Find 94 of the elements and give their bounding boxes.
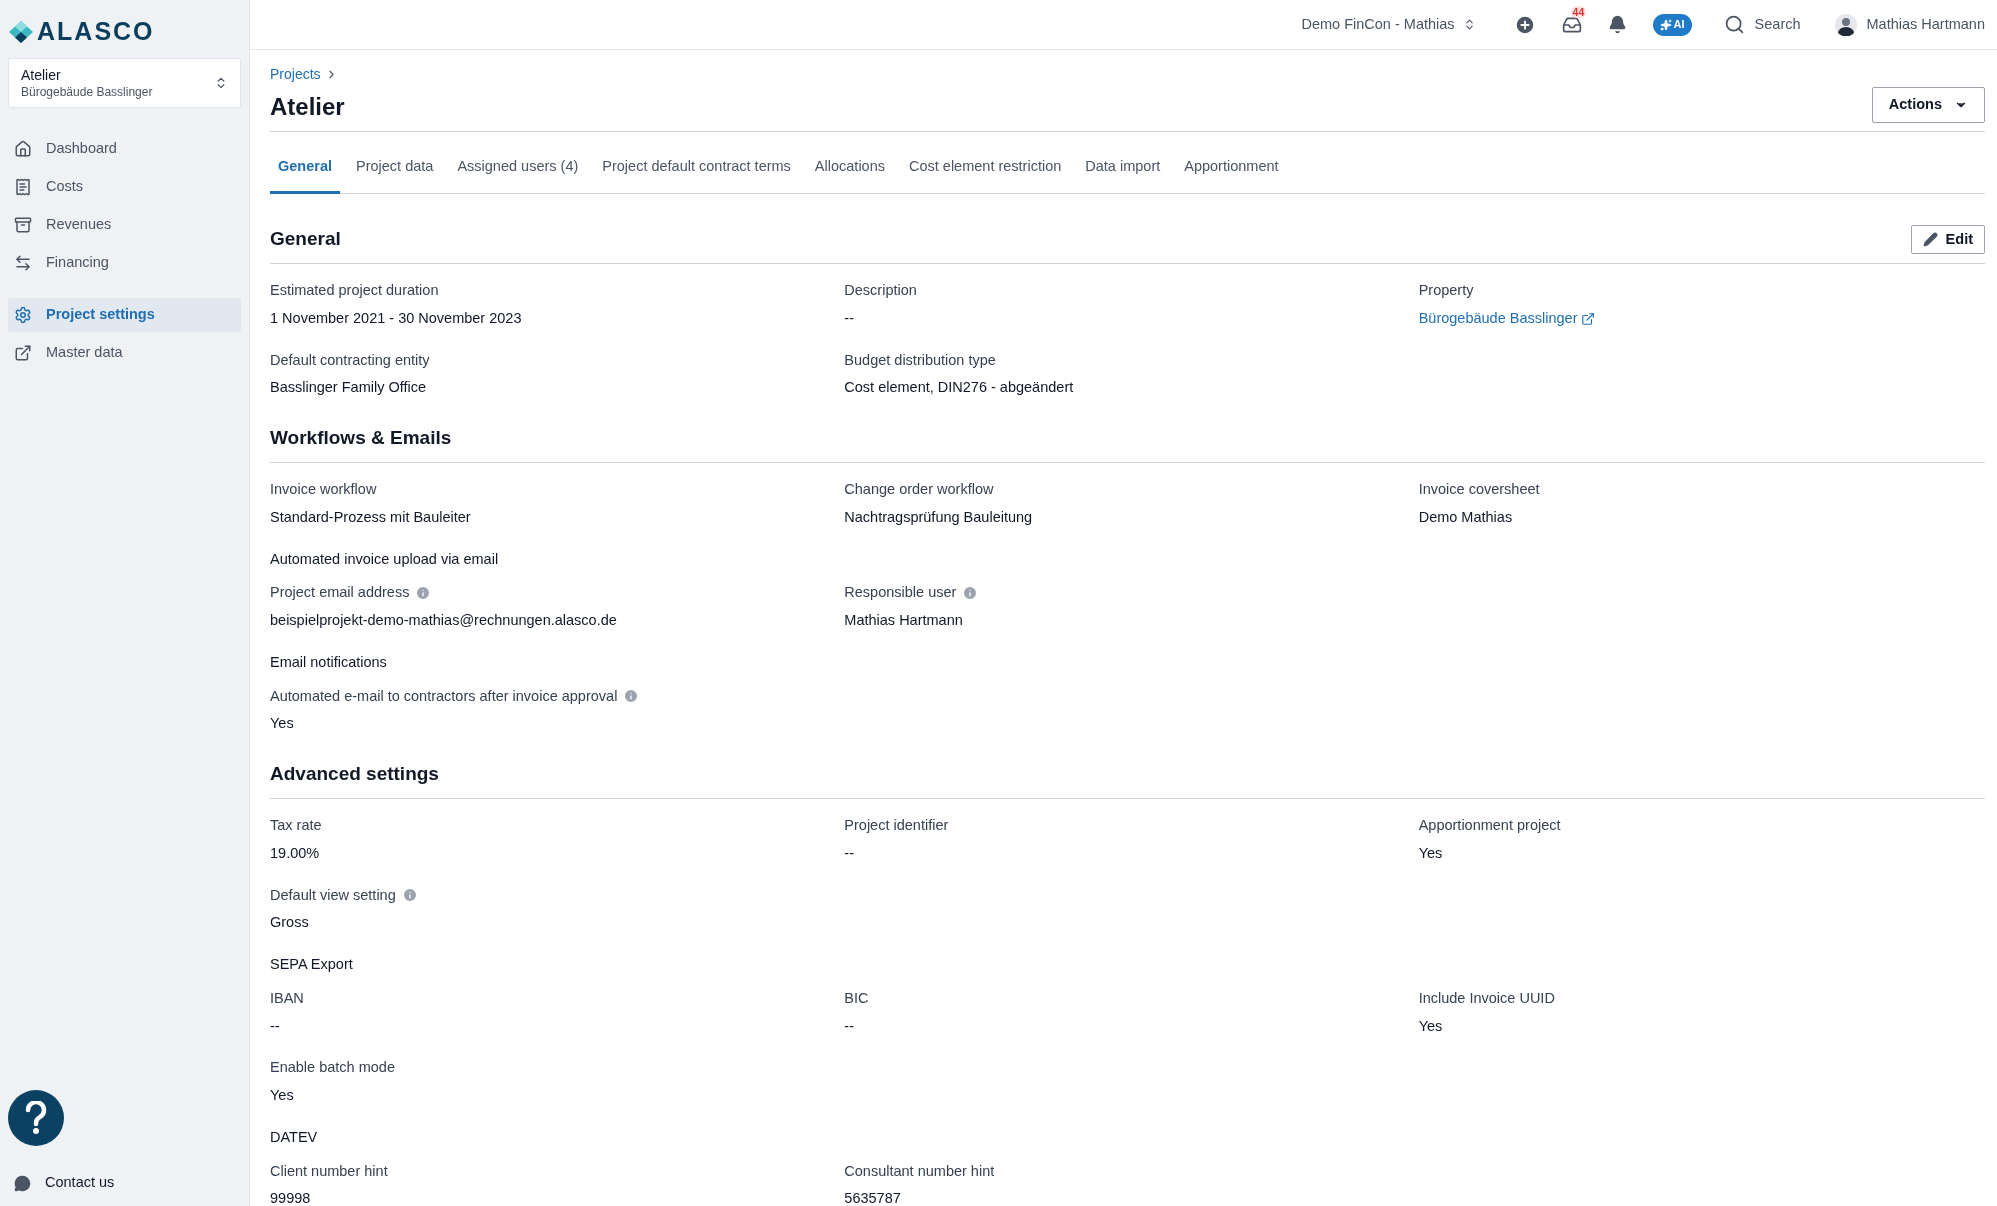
field-value: Gross	[270, 913, 310, 933]
tab[interactable]: Apportionment	[1176, 148, 1287, 194]
sparkle-icon	[1659, 18, 1672, 31]
logo-icon	[9, 21, 33, 43]
field-label: Description	[844, 281, 917, 300]
field-label: Property	[1418, 281, 1474, 300]
help-button[interactable]	[8, 1090, 64, 1146]
nav-icon	[14, 306, 32, 324]
page-title: Atelier	[270, 92, 345, 122]
nav-icon	[14, 254, 32, 272]
sidebar-item[interactable]: Project settings	[8, 298, 241, 332]
sidebar-item[interactable]: Dashboard	[8, 132, 241, 166]
sidebar-item[interactable]: Costs	[8, 170, 241, 204]
field-value: Yes	[270, 714, 295, 734]
field-label: Enable batch mode	[270, 1058, 395, 1078]
user-name[interactable]: Mathias Hartmann	[1866, 13, 1985, 36]
field-value: --	[844, 843, 855, 863]
subsection-heading: SEPA Export	[270, 955, 354, 974]
field-value: 5635787	[844, 1189, 902, 1206]
external-link-icon	[1581, 311, 1596, 326]
field-label: Tax rate	[270, 816, 322, 835]
field-value: Yes	[270, 1086, 295, 1105]
field-value: beispielprojekt-demo-mathias@rechnungen.alasco.de	[270, 611, 618, 630]
avatar[interactable]	[1834, 13, 1857, 36]
tab[interactable]: Project default contract terms	[594, 148, 799, 194]
breadcrumb-link[interactable]: Projects	[270, 64, 321, 85]
field-label: Default contracting entity	[270, 350, 430, 370]
field-label: BIC	[844, 988, 869, 1008]
field-value: 19.00%	[270, 843, 321, 863]
nav-icon	[14, 178, 32, 196]
field-value: Cost element, DIN276 - abgeändert	[844, 378, 1075, 398]
question-mark-icon	[24, 1101, 48, 1135]
subsection-heading: DATEV	[270, 1127, 319, 1147]
field-label: Automated e-mail to contractors after invoice approval	[270, 686, 618, 706]
section-heading: Workflows & Emails	[270, 426, 452, 451]
field-value: Demo Mathias	[1418, 507, 1514, 527]
sidebar-item[interactable]: Master data	[8, 336, 241, 370]
field-label: Invoice coversheet	[1418, 480, 1540, 499]
field-value: Yes	[1418, 843, 1444, 863]
section-heading: Advanced settings	[270, 762, 439, 787]
field-value: --	[844, 1016, 855, 1036]
field-value: --	[270, 1016, 281, 1036]
subsection-heading: Email notifications	[270, 652, 388, 672]
pencil-icon	[1922, 232, 1938, 247]
nav-icon	[14, 344, 32, 362]
field-label: IBAN	[270, 988, 304, 1008]
field-value: --	[844, 308, 855, 328]
field-label: Apportionment project	[1418, 816, 1561, 835]
field-value: Yes	[1418, 1016, 1444, 1036]
field-value: Standard-Prozess mit Bauleiter	[270, 507, 472, 527]
bell-icon[interactable]	[1607, 15, 1627, 34]
search-button[interactable]: Search	[1723, 13, 1801, 36]
tab[interactable]: Project data	[348, 148, 442, 194]
actions-button[interactable]: Actions	[1871, 87, 1985, 123]
field-label: Default view setting	[270, 885, 396, 905]
tab[interactable]: Data import	[1077, 148, 1169, 194]
field-value: Basslinger Family Office	[270, 378, 428, 398]
notification-badge: 44	[1570, 5, 1587, 18]
field-value: 1 November 2021 - 30 November 2023	[270, 308, 523, 328]
property-link[interactable]: Bürogebäude Basslinger	[1418, 307, 1596, 330]
nav-icon	[14, 216, 32, 234]
logo-text: ALASCO	[37, 16, 155, 48]
ai-button[interactable]: AI	[1652, 13, 1692, 36]
subsection-heading: Automated invoice upload via email	[270, 549, 500, 569]
field-label: Include Invoice UUID	[1418, 988, 1555, 1008]
field-label: Project email address	[270, 583, 410, 603]
field-value: Nachtragsprüfung Bauleitung	[844, 507, 1034, 527]
field-value: Mathias Hartmann	[844, 611, 964, 630]
tab[interactable]: Cost element restriction	[901, 148, 1070, 194]
chat-icon	[14, 1174, 31, 1192]
sidebar-item[interactable]: Financing	[8, 246, 241, 280]
property-name: Bürogebäude Basslinger	[21, 84, 153, 100]
sidebar-item[interactable]: Revenues	[8, 208, 241, 242]
field-label: Responsible user	[844, 583, 957, 603]
tab[interactable]: General	[270, 148, 340, 194]
contact-link[interactable]: Contact us	[8, 1166, 241, 1200]
project-name: Atelier	[21, 66, 62, 84]
field-value: 99998	[270, 1189, 312, 1206]
project-switcher[interactable]: Atelier Bürogebäude Basslinger	[8, 58, 241, 108]
search-icon	[1723, 14, 1745, 35]
field-label: Budget distribution type	[844, 350, 996, 370]
edit-button[interactable]: Edit	[1910, 225, 1985, 254]
field-label: Client number hint	[270, 1161, 388, 1181]
nav-icon	[14, 140, 32, 158]
workspace-selector[interactable]: Demo FinCon - Mathias	[1301, 13, 1476, 36]
section-heading: General	[270, 227, 341, 252]
field-label: Estimated project duration	[270, 281, 439, 300]
tab[interactable]: Allocations	[806, 148, 893, 194]
add-icon[interactable]	[1513, 13, 1536, 36]
field-label: Change order workflow	[844, 480, 994, 499]
field-label: Project identifier	[844, 816, 949, 835]
field-label: Invoice workflow	[270, 480, 377, 499]
tab[interactable]: Assigned users (4)	[449, 148, 587, 194]
field-label: Consultant number hint	[844, 1161, 995, 1181]
